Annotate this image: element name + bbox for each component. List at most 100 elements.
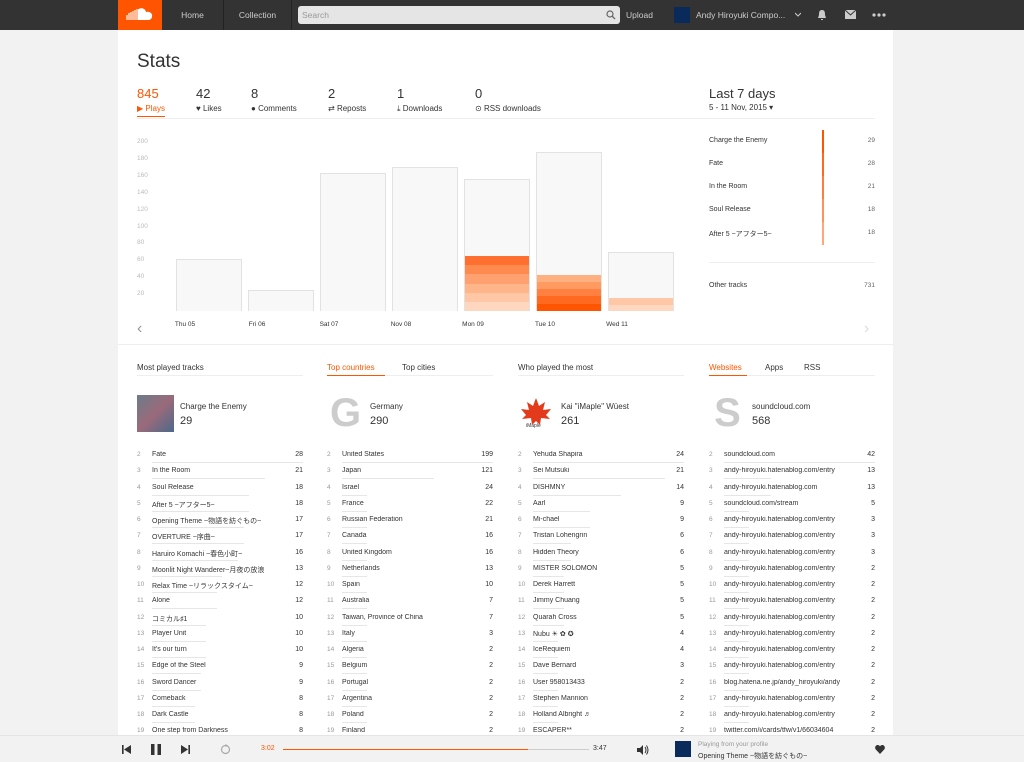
list-row[interactable]: 10 Relax Time ~リラックスタイム~ 12: [137, 577, 303, 593]
list-row[interactable]: 12 Quarah Cross 5: [518, 610, 684, 626]
list-row[interactable]: 7 OVERTURE ~序曲~ 17: [137, 528, 303, 545]
list-row[interactable]: 12 Taiwan, Province of China 7: [327, 610, 493, 626]
list-row[interactable]: 18 Holland Albright ♬ 2: [518, 707, 684, 723]
list-row[interactable]: 13 andy-hiroyuki.hatenablog.com/entry 2: [709, 626, 875, 642]
list-row[interactable]: 17 andy-hiroyuki.hatenablog.com/entry 2: [709, 691, 875, 707]
list-row[interactable]: 11 Jimmy Chuang 5: [518, 593, 684, 610]
list-row[interactable]: 10 andy-hiroyuki.hatenablog.com/entry 2: [709, 577, 875, 593]
range-picker[interactable]: 5 - 11 Nov, 2015 ▾: [709, 103, 773, 112]
chart-bar[interactable]: [176, 258, 242, 311]
list-row[interactable]: 11 Alone 12: [137, 593, 303, 610]
range-title[interactable]: Last 7 days: [709, 86, 776, 101]
side-track-name[interactable]: Charge the Enemy: [709, 137, 767, 144]
list-row[interactable]: 18 Dark Castle 8: [137, 707, 303, 723]
stat-tab-rss-downloads[interactable]: 0 ⊙ RSS downloads: [475, 86, 541, 113]
side-track-name[interactable]: After 5 ~アフター5~: [709, 229, 772, 239]
list-row[interactable]: 16 blog.hatena.ne.jp/andy_hiroyuki/andy 2: [709, 675, 875, 691]
list-row[interactable]: 16 Sword Dancer 9: [137, 675, 303, 691]
list-row[interactable]: 7 andy-hiroyuki.hatenablog.com/entry 3: [709, 528, 875, 545]
search-input[interactable]: Search: [298, 6, 620, 24]
stat-tab-likes[interactable]: 42 ♥ Likes: [196, 86, 222, 113]
list-row[interactable]: 15 andy-hiroyuki.hatenablog.com/entry 2: [709, 658, 875, 675]
now-playing-avatar[interactable]: [675, 741, 691, 757]
mail-icon[interactable]: [845, 10, 856, 19]
nav-home[interactable]: Home: [162, 0, 224, 30]
list-row[interactable]: 5 France 22: [327, 496, 493, 512]
side-track-name[interactable]: Soul Release: [709, 206, 751, 213]
chart-next-icon[interactable]: ›: [864, 320, 869, 338]
now-playing-source[interactable]: Playing from your profile: [698, 741, 768, 748]
list-row[interactable]: 3 Japan 121: [327, 463, 493, 480]
pause-icon[interactable]: [151, 744, 161, 755]
list-row[interactable]: 9 Moonlit Night Wanderer~月夜の放浪 13: [137, 561, 303, 577]
chart-bar[interactable]: [248, 289, 314, 311]
list-row[interactable]: 15 Dave Bernard 3: [518, 658, 684, 675]
list-row[interactable]: 17 Stephen Mannion 2: [518, 691, 684, 707]
list-row[interactable]: 18 andy-hiroyuki.hatenablog.com/entry 2: [709, 707, 875, 723]
list-row[interactable]: 4 andy-hiroyuki.hatenablog.com 13: [709, 480, 875, 496]
chart-bar[interactable]: [464, 179, 530, 311]
volume-icon[interactable]: [637, 745, 649, 755]
next-icon[interactable]: [181, 745, 190, 754]
now-playing-title[interactable]: Opening Theme ~物語を紡ぐもの~: [698, 751, 807, 761]
list-row[interactable]: 6 Russian Federation 21: [327, 512, 493, 528]
list-row[interactable]: 8 andy-hiroyuki.hatenablog.com/entry 3: [709, 545, 875, 561]
list-row[interactable]: 5 Aarl 9: [518, 496, 684, 512]
tab-rss[interactable]: RSS: [804, 363, 820, 372]
list-row[interactable]: 14 andy-hiroyuki.hatenablog.com/entry 2: [709, 642, 875, 658]
list-row[interactable]: 15 Belgium 2: [327, 658, 493, 675]
side-track-name[interactable]: In the Room: [709, 183, 747, 190]
list-row[interactable]: 4 Soul Release 18: [137, 480, 303, 496]
stat-tab-reposts[interactable]: 2 ⇄ Reposts: [328, 86, 366, 113]
side-track-name[interactable]: Fate: [709, 160, 723, 167]
list-row[interactable]: 13 Player Unit 10: [137, 626, 303, 642]
list-row[interactable]: 6 Mi-chael 9: [518, 512, 684, 528]
list-row[interactable]: 16 Portugal 2: [327, 675, 493, 691]
chart-prev-icon[interactable]: ‹: [137, 320, 142, 338]
list-row[interactable]: 8 Hidden Theory 6: [518, 545, 684, 561]
previous-icon[interactable]: [122, 745, 131, 754]
list-row[interactable]: 14 IceRequiem 4: [518, 642, 684, 658]
list-row[interactable]: 8 United Kingdom 16: [327, 545, 493, 561]
list-row[interactable]: 6 Opening Theme ~物語を紡ぐもの~ 17: [137, 512, 303, 528]
chart-bar[interactable]: [608, 251, 674, 311]
list-row[interactable]: 12 andy-hiroyuki.hatenablog.com/entry 2: [709, 610, 875, 626]
chart-bar[interactable]: [320, 173, 386, 311]
list-row[interactable]: 18 Poland 2: [327, 707, 493, 723]
list-row[interactable]: 2 Yehuda Shapira 24: [518, 447, 684, 463]
list-row[interactable]: 5 soundcloud.com/stream 5: [709, 496, 875, 512]
list-row[interactable]: 3 Sei Mutsuki 21: [518, 463, 684, 480]
chart-bar[interactable]: [536, 152, 602, 311]
list-row[interactable]: 4 DISHMNY 14: [518, 480, 684, 496]
list-row[interactable]: 14 Algeria 2: [327, 642, 493, 658]
list-row[interactable]: 7 Canada 16: [327, 528, 493, 545]
list-row[interactable]: 15 Edge of the Steel 9: [137, 658, 303, 675]
tab-top-cities[interactable]: Top cities: [402, 363, 435, 372]
side-track-name[interactable]: Other tracks: [709, 282, 747, 289]
tab-top-countries[interactable]: Top countries: [327, 363, 375, 372]
more-icon[interactable]: [872, 13, 886, 17]
list-row[interactable]: 3 In the Room 21: [137, 463, 303, 480]
list-row[interactable]: 2 soundcloud.com 42: [709, 447, 875, 463]
list-row[interactable]: 10 Derek Harrett 5: [518, 577, 684, 593]
search-icon[interactable]: [606, 10, 616, 20]
nav-collection[interactable]: Collection: [224, 0, 292, 30]
list-row[interactable]: 9 MISTER SOLOMON 5: [518, 561, 684, 577]
stat-tab-downloads[interactable]: 1 ⤓ Downloads: [397, 86, 442, 114]
list-row[interactable]: 17 Argentina 2: [327, 691, 493, 707]
list-row[interactable]: 10 Spain 10: [327, 577, 493, 593]
list-row[interactable]: 11 Australia 7: [327, 593, 493, 610]
list-row[interactable]: 5 After 5 ~アフター5~ 18: [137, 496, 303, 512]
list-row[interactable]: 17 Comeback 8: [137, 691, 303, 707]
upload-link[interactable]: Upload: [626, 0, 653, 30]
tab-apps[interactable]: Apps: [765, 363, 783, 372]
stat-tab-plays[interactable]: 845 ▶ Plays: [137, 86, 165, 117]
list-row[interactable]: 8 Haruiro Komachi ~春色小町~ 16: [137, 545, 303, 561]
stat-tab-comments[interactable]: 8 ● Comments: [251, 86, 297, 113]
list-row[interactable]: 14 It's our turn 10: [137, 642, 303, 658]
list-row[interactable]: 13 Nubu ☀ ✿ ✪ 4: [518, 626, 684, 642]
list-row[interactable]: 4 Israel 24: [327, 480, 493, 496]
list-row[interactable]: 9 Netherlands 13: [327, 561, 493, 577]
progress-track[interactable]: [283, 749, 589, 750]
list-row[interactable]: 2 Fate 28: [137, 447, 303, 463]
